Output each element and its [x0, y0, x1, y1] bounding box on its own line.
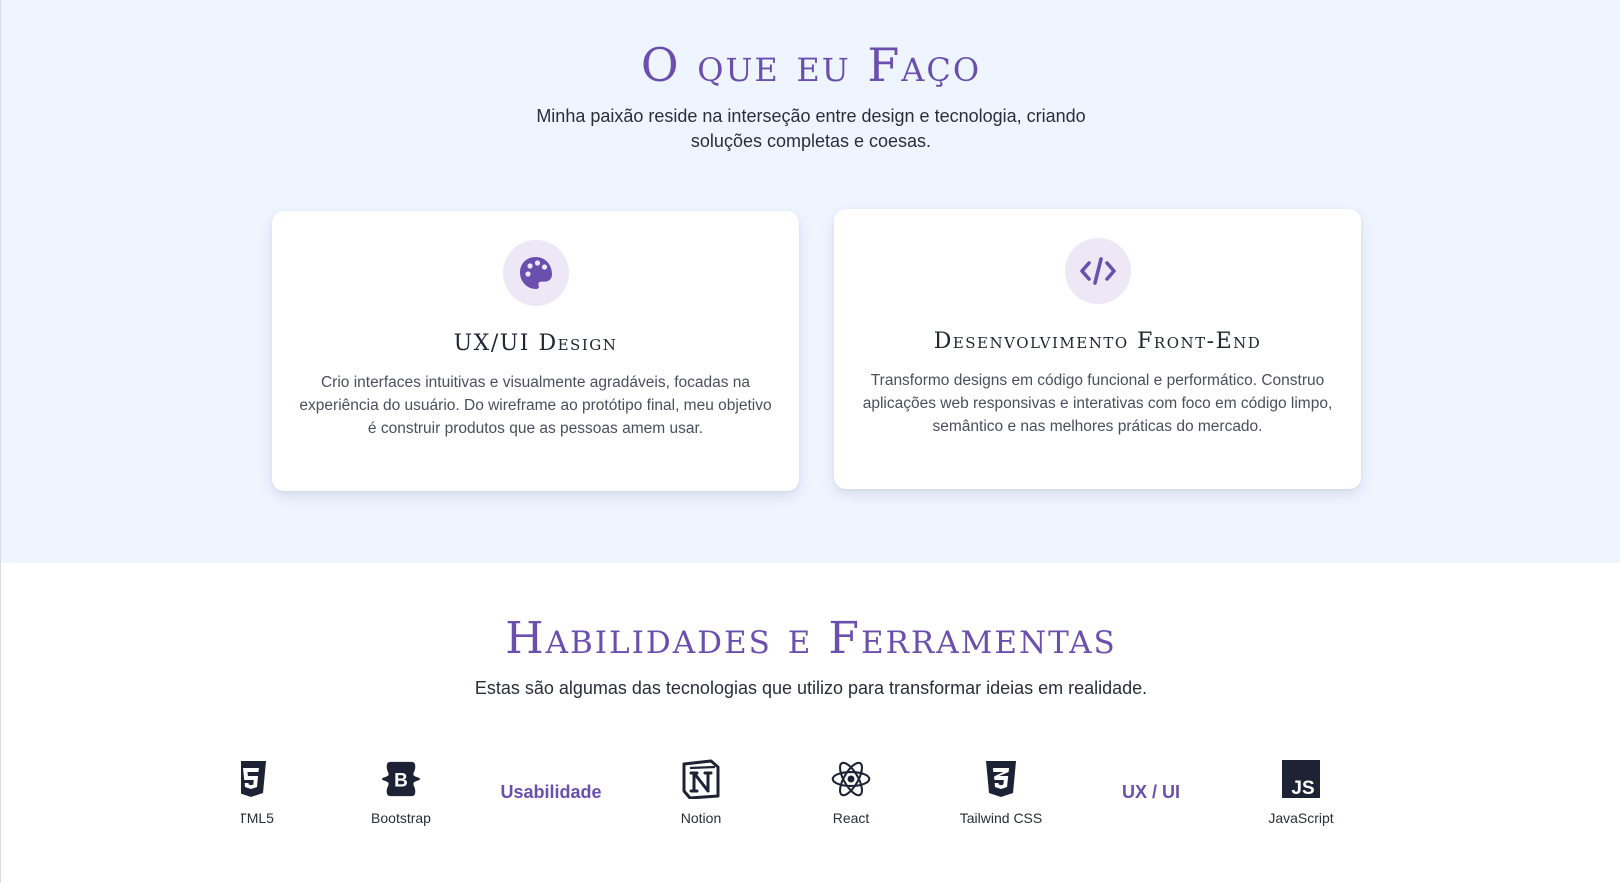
services-subtitle: Minha paixão reside na interseção entre … [536, 106, 1086, 151]
service-card-front-end: Desenvolvimento Front-End Transformo des… [834, 209, 1361, 489]
page: O que eu Faço Minha paixão reside na int… [0, 0, 1620, 883]
html5-icon [241, 758, 271, 800]
skill-item-html5: HTML5 [241, 758, 321, 848]
skill-item-notion: Notion [631, 758, 771, 848]
skill-item-ux-ui: UX / UI [1081, 758, 1221, 848]
react-icon [831, 758, 871, 800]
tailwind-css-icon [981, 758, 1021, 800]
service-card-title: UX/UI Design [453, 331, 618, 356]
skill-label: React [832, 810, 870, 826]
service-card-text: Transformo designs em código funcional e… [862, 372, 1333, 435]
skill-item-react: React [781, 758, 921, 848]
palette-icon [503, 240, 569, 306]
skill-label: HTML5 [241, 810, 274, 826]
services-section: O que eu Faço Minha paixão reside na int… [1, 0, 1620, 563]
bootstrap-icon: B [381, 758, 421, 800]
svg-text:JS: JS [1291, 778, 1314, 799]
skills-section: Habilidades e Ferramentas Estas são algu… [1, 563, 1620, 883]
skill-label: JavaScript [1268, 810, 1334, 826]
skill-item-javascript: JS JavaScript [1231, 758, 1341, 848]
skill-label: Notion [680, 810, 722, 826]
javascript-icon: JS [1281, 758, 1321, 800]
skill-item-tailwind-css: Tailwind CSS [931, 758, 1071, 848]
notion-icon [681, 758, 721, 800]
skill-word: Usabilidade [500, 782, 602, 802]
skill-label: Tailwind CSS [959, 810, 1043, 826]
svg-text:B: B [394, 771, 408, 792]
skill-word: UX / UI [1121, 782, 1180, 802]
service-card-text: Crio interfaces intuitivas e visualmente… [299, 374, 772, 437]
skills-carousel: HTML5 B Bootstrap Usabilidade [241, 758, 1341, 848]
skill-item-usabilidade: Usabilidade [481, 758, 621, 848]
services-title: O que eu Faço [640, 38, 982, 92]
service-card-ux-ui: UX/UI Design Crio interfaces intuitivas … [272, 211, 799, 491]
code-icon [1065, 238, 1131, 304]
skills-subtitle: Estas são algumas das tecnologias que ut… [474, 678, 1148, 698]
service-card-title: Desenvolvimento Front-End [933, 329, 1262, 354]
skill-item-bootstrap: B Bootstrap [331, 758, 471, 848]
skill-label: Bootstrap [371, 810, 431, 826]
skills-title: Habilidades e Ferramentas [505, 613, 1117, 664]
